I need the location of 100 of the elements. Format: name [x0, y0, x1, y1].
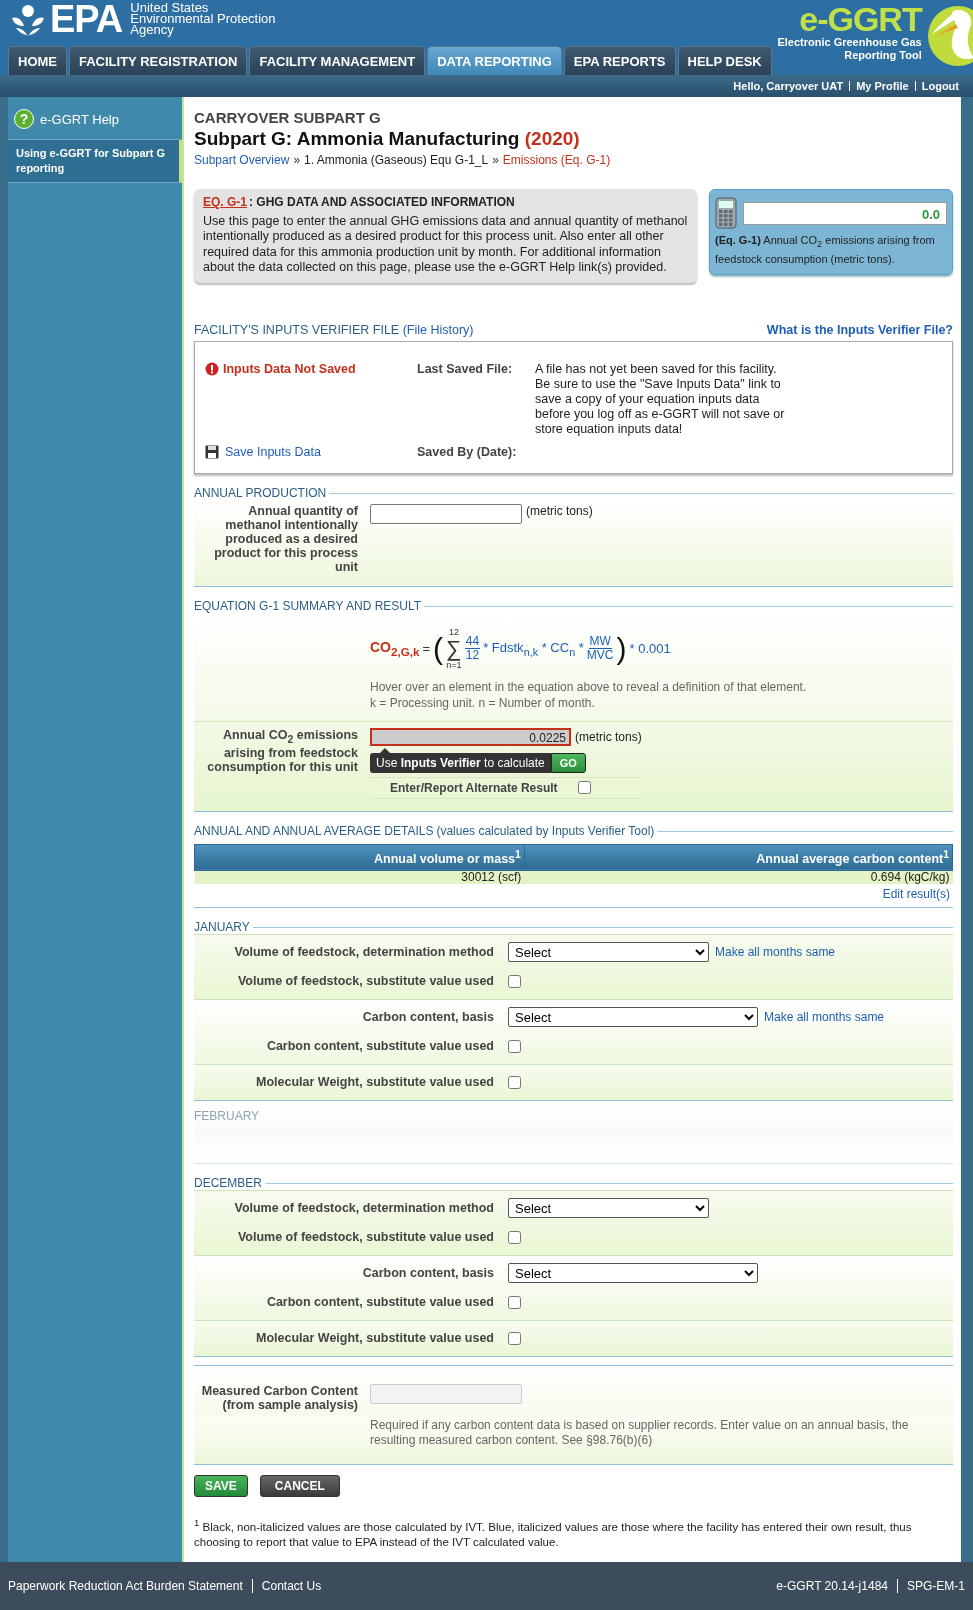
substitute-checkbox[interactable]	[508, 1039, 521, 1053]
formula-factor[interactable]: * 0.001	[629, 641, 671, 656]
column-header: Annual average carbon content$^{1}$	[524, 844, 953, 871]
save-inputs-link[interactable]: Save Inputs Data	[225, 444, 321, 459]
reporting-year: (2020)	[524, 128, 580, 149]
calculated-value: 0.0225	[370, 727, 571, 746]
file-history-link[interactable]: (File History)	[402, 322, 474, 337]
summation[interactable]: 12 ∑ n=1	[446, 626, 462, 671]
version-text: SPG-EM-1	[897, 1579, 965, 1593]
section-title: JANUARY	[194, 919, 250, 934]
alternate-result-checkbox[interactable]	[577, 781, 591, 794]
field-label: Annual CO$_{2}$ emissions arising from feedstock consumption for this unit	[206, 727, 358, 776]
section-title: DECEMBER	[194, 1175, 262, 1190]
field-label: Volume of feedstock, substitute value used	[236, 1230, 494, 1245]
section-title: ANNUAL AND ANNUAL AVERAGE DETAILS	[194, 823, 434, 838]
substitute-checkbox[interactable]	[508, 974, 521, 988]
legend-text: k = Processing unit. n = Number of month.	[370, 694, 596, 711]
help-icon: ?	[14, 109, 34, 129]
method-dropdown[interactable]: Select	[508, 1198, 709, 1219]
version-text: e-GGRT 20.14-j1484	[776, 1579, 889, 1593]
result-value: 0.0	[743, 201, 947, 225]
section-title: FEBRUARY	[194, 1107, 261, 1123]
equation-link[interactable]: EQ. G-1	[203, 195, 247, 211]
field-label: Measured Carbon Content (from sample analysis)	[200, 1383, 358, 1412]
breadcrumb-link[interactable]: Subpart Overview	[194, 153, 290, 167]
status-message: A file has not yet been saved for this facility. Be sure to use the "Save Inputs Data" link to save a copy of your equation inputs data before you log off as e-GGRT will not save or store equation inputs data!	[535, 361, 785, 437]
result-caption: (Eq. G-1) Annual CO$_{2}$ emissions arising from feedstock consumption (metric tons).	[715, 233, 936, 268]
field-label: Volume of feedstock, substitute value used	[236, 974, 494, 989]
app-subtitle: Electronic Greenhouse Gas Reporting Tool	[776, 36, 922, 62]
substitute-checkbox[interactable]	[508, 1075, 521, 1089]
method-dropdown[interactable]: Select	[508, 1263, 758, 1284]
sidebar-item[interactable]: Using e-GGRT for Subpart G reporting	[8, 140, 182, 183]
fraction[interactable]: MW MVC	[586, 635, 614, 662]
page-title: Subpart G: Ammonia Manufacturing	[194, 128, 520, 149]
section-title: FACILITY'S INPUTS VERIFIER FILE	[194, 322, 400, 337]
field-label: Last Saved File:	[417, 361, 514, 378]
measured-carbon-input[interactable]	[370, 1383, 522, 1404]
field-label: Volume of feedstock, determination method	[233, 945, 494, 960]
nav-tab[interactable]: FACILITY REGISTRATION	[69, 46, 248, 75]
edit-results-link[interactable]: Edit result(s)	[882, 886, 950, 901]
field-label: Annual quantity of methanol intentionally produced as a desired product for this process unit	[213, 503, 358, 574]
formula-result-term[interactable]: CO$_{2,G,k}$	[370, 639, 420, 658]
note-text: Required if any carbon content data is based on supplier records. Enter value on an annual basis, the resulting measured carbon content. See §98.76(b)(6)	[194, 1417, 953, 1465]
section-title: EQUATION G-1 SUMMARY AND RESULT	[194, 598, 422, 613]
field-label: Molecular Weight, substitute value used	[255, 1075, 494, 1090]
field-label: Carbon content, substitute value used	[265, 1295, 494, 1310]
field-label: Carbon content, basis	[361, 1266, 494, 1281]
flower-icon	[10, 2, 46, 36]
app-logo-text: e-GGRT	[799, 2, 922, 36]
field-label: Carbon content, substitute value used	[265, 1039, 494, 1054]
method-dropdown[interactable]: Select	[508, 1007, 758, 1028]
calculate-hint: Use Inputs Verifier to calculate	[370, 752, 551, 773]
footer-link[interactable]: Paperwork Reduction Act Burden Statement	[8, 1579, 252, 1593]
agency-name: United States Environmental Protection Agency	[130, 2, 276, 35]
cancel-button[interactable]: CANCEL	[259, 1474, 340, 1497]
status-text: Inputs Data Not Saved	[223, 361, 356, 376]
method-dropdown[interactable]: Select	[508, 942, 709, 963]
substitute-checkbox[interactable]	[508, 1230, 521, 1244]
info-title: : GHG DATA AND ASSOCIATED INFORMATION	[249, 195, 515, 211]
substitute-checkbox[interactable]	[508, 1295, 521, 1309]
footnote-text: $^{1}$ Black, non-italicized values are those calculated by IVT. Blue, italicized values are those where the facility has entered their own result, thus choosing to report that value to EPA instead of the IVT calculated value.	[194, 1515, 913, 1551]
breadcrumb-item: 1. Ammonia (Gaseous) Equ G-1_L	[304, 153, 489, 167]
user-link[interactable]: Logout	[914, 81, 965, 91]
footer-link[interactable]: Contact Us	[251, 1579, 322, 1593]
section-subtitle: (values calculated by Inputs Verifier Tool)	[436, 823, 655, 838]
column-header: Annual volume or mass$^{1}$	[194, 844, 525, 871]
field-label: Carbon content, basis	[361, 1010, 494, 1025]
breadcrumb-current: Emissions (Eq. G-1)	[502, 153, 611, 167]
quantity-input[interactable]	[370, 503, 522, 524]
unit-label: (metric tons)	[526, 503, 593, 518]
make-all-months-same-link[interactable]: Make all months same	[715, 945, 836, 960]
nav-tab[interactable]: FACILITY MANAGEMENT	[249, 46, 426, 75]
breadcrumb-separator: »	[492, 153, 499, 167]
calculator-icon	[715, 197, 737, 229]
help-title[interactable]: e-GGRT Help	[40, 111, 119, 127]
substitute-checkbox[interactable]	[508, 1331, 521, 1345]
checkbox-label: Enter/Report Alternate Result	[390, 780, 558, 795]
hint-text: Hover over an element in the equation above to reveal a definition of that element.	[370, 678, 808, 695]
nav-tab[interactable]: HELP DESK	[677, 46, 772, 75]
nav-tab[interactable]: EPA REPORTS	[563, 46, 676, 75]
parenthesis: )	[616, 633, 627, 664]
help-link[interactable]: What is the Inputs Verifier File?	[766, 322, 953, 337]
info-text: Use this page to enter the annual GHG emissions data and annual quantity of methanol intentionally produced as a desired product for this process unit. Also enter all other required data for this ammonia production unit by month. For additional information about the data collected on this page, please use the e-GGRT Help link(s) provided.	[203, 213, 688, 276]
alert-icon	[205, 361, 219, 376]
greeting: Hello, Carryover UAT	[732, 81, 845, 91]
parenthesis: (	[433, 633, 444, 664]
nav-tab[interactable]: HOME	[8, 46, 67, 75]
field-label: Saved By (Date):	[417, 444, 518, 459]
unit-label: (metric tons)	[575, 729, 642, 744]
fraction[interactable]: 44 12	[464, 635, 481, 662]
save-button[interactable]: SAVE	[194, 1474, 248, 1497]
field-label: Molecular Weight, substitute value used	[255, 1331, 494, 1346]
equals-sign: =	[422, 641, 431, 656]
formula-term[interactable]: * Fdstk$_{n,k}$ * CC$_{n}$ *	[483, 639, 584, 658]
field-label: Volume of feedstock, determination method	[233, 1201, 494, 1216]
user-link[interactable]: My Profile	[849, 81, 915, 91]
breadcrumb-separator: »	[293, 153, 301, 167]
section-title: ANNUAL PRODUCTION	[194, 485, 327, 500]
page-kicker: CARRYOVER SUBPART G	[194, 109, 382, 126]
make-all-months-same-link[interactable]: Make all months same	[764, 1010, 885, 1025]
